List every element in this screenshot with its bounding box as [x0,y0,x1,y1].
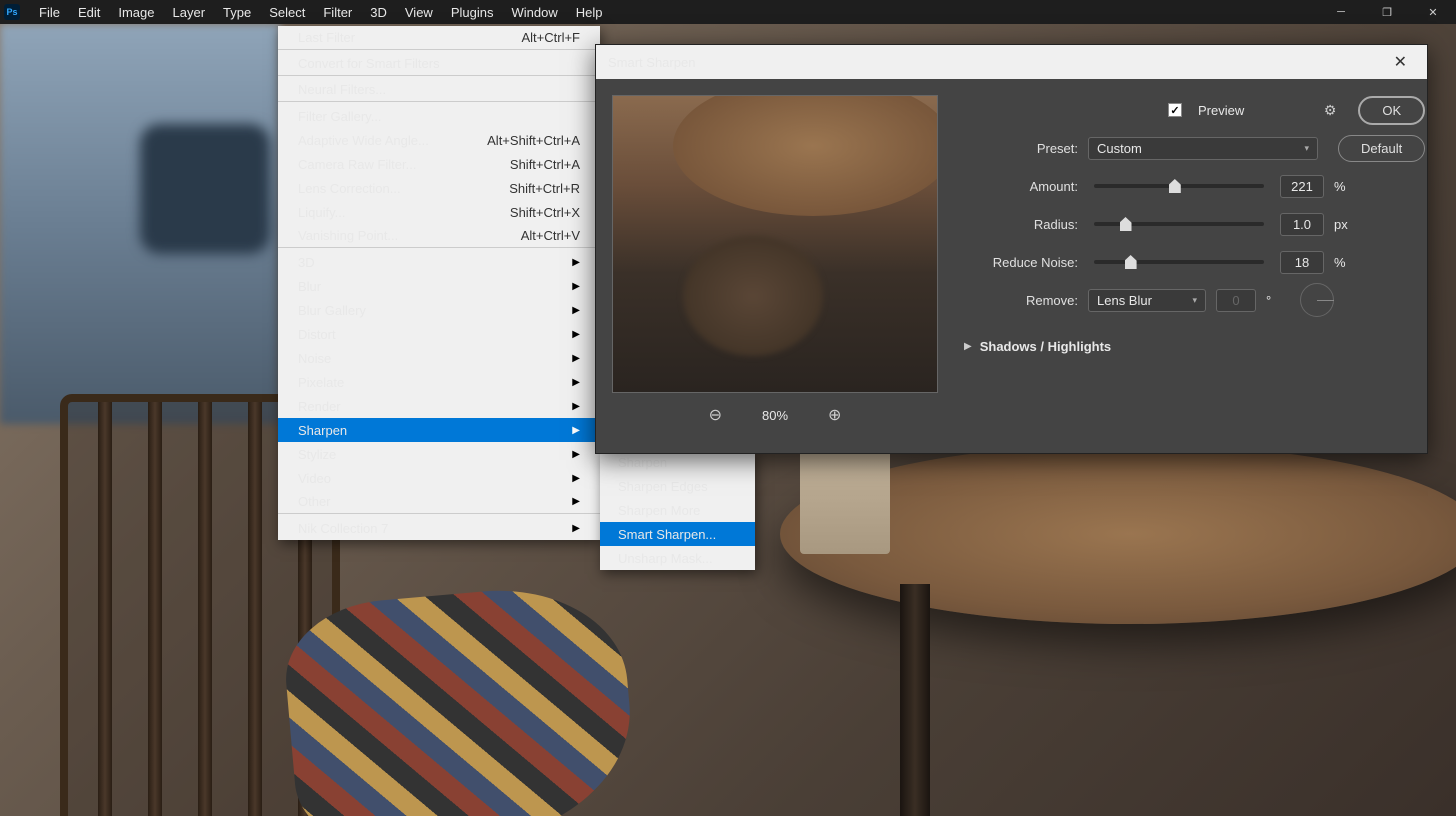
menu-convert-smart[interactable]: Convert for Smart Filters [278,52,600,76]
amount-label: Amount: [958,179,1078,194]
preview-checkbox[interactable]: ✓ [1168,103,1182,117]
gear-icon[interactable]: ⚙ [1324,102,1337,119]
dialog-close-button[interactable]: ✕ [1386,48,1415,76]
amount-unit: % [1334,179,1358,194]
angle-dial[interactable] [1300,283,1334,317]
menu-cat-pixelate[interactable]: Pixelate▶ [278,370,600,394]
controls-pane: ✓ Preview ⚙ OK Preset: Custom▾ Default A… [958,95,1425,437]
menu-cat-blur[interactable]: Blur▶ [278,274,600,298]
menu-cat-3d[interactable]: 3D▶ [278,250,600,274]
noise-input[interactable]: 18 [1280,251,1324,274]
menu-cat-blur-gallery[interactable]: Blur Gallery▶ [278,298,600,322]
menu-last-filter[interactable]: Last FilterAlt+Ctrl+F [278,26,600,50]
radius-label: Radius: [958,217,1078,232]
filter-dropdown: Last FilterAlt+Ctrl+F Convert for Smart … [278,26,600,540]
submenu-sharpen-more[interactable]: Sharpen More [600,498,755,522]
bg-car [140,124,270,254]
window-controls: ─ ❐ ✕ [1318,0,1456,24]
angle-input: 0 [1216,289,1256,312]
menu-window[interactable]: Window [502,1,566,24]
bg-table-leg [900,584,930,816]
menu-3d[interactable]: 3D [361,1,396,24]
preset-select[interactable]: Custom▾ [1088,137,1318,160]
radius-slider[interactable] [1094,222,1264,226]
amount-input[interactable]: 221 [1280,175,1324,198]
angle-unit: ° [1266,293,1290,308]
menu-cat-other[interactable]: Other▶ [278,490,600,514]
chevron-right-icon: ▶ [964,341,972,352]
menu-filter-gallery[interactable]: Filter Gallery... [278,104,600,128]
menu-nik-collection[interactable]: Nik Collection 7▶ [278,516,600,540]
menu-image[interactable]: Image [109,1,163,24]
zoom-level: 80% [762,408,788,423]
menu-filter[interactable]: Filter [314,1,361,24]
remove-select[interactable]: Lens Blur▾ [1088,289,1206,312]
menu-view[interactable]: View [396,1,442,24]
close-window-button[interactable]: ✕ [1410,0,1456,24]
preview-pane: ⊖ 80% ⊕ [612,95,938,437]
menu-camera-raw[interactable]: Camera Raw Filter...Shift+Ctrl+A [278,152,600,176]
amount-slider[interactable] [1094,184,1264,188]
preset-label: Preset: [958,141,1078,156]
submenu-sharpen-edges[interactable]: Sharpen Edges [600,474,755,498]
menu-edit[interactable]: Edit [69,1,109,24]
menu-vanishing-point[interactable]: Vanishing Point...Alt+Ctrl+V [278,224,600,248]
noise-unit: % [1334,255,1358,270]
dialog-title: Smart Sharpen [608,55,695,70]
shadows-highlights-expand[interactable]: ▶ Shadows / Highlights [964,339,1425,354]
default-button[interactable]: Default [1338,135,1425,162]
radius-input[interactable]: 1.0 [1280,213,1324,236]
noise-slider[interactable] [1094,260,1264,264]
menubar: Ps File Edit Image Layer Type Select Fil… [0,0,1456,24]
preview-image[interactable] [612,95,938,393]
menu-lens-correction[interactable]: Lens Correction...Shift+Ctrl+R [278,176,600,200]
sharpen-submenu: Sharpen Sharpen Edges Sharpen More Smart… [600,450,755,570]
menu-neural-filters[interactable]: Neural Filters... [278,78,600,102]
menu-plugins[interactable]: Plugins [442,1,503,24]
bg-scarf [280,580,640,816]
submenu-smart-sharpen[interactable]: Smart Sharpen... [600,522,755,546]
app-icon: Ps [4,4,20,20]
smart-sharpen-dialog: Smart Sharpen ✕ ⊖ 80% ⊕ ✓ Preview ⚙ OK [595,44,1428,454]
minimize-button[interactable]: ─ [1318,0,1364,24]
menu-cat-render[interactable]: Render▶ [278,394,600,418]
menu-type[interactable]: Type [214,1,260,24]
remove-label: Remove: [958,293,1078,308]
menu-cat-sharpen[interactable]: Sharpen▶ [278,418,600,442]
zoom-in-icon[interactable]: ⊕ [828,405,841,425]
menu-cat-noise[interactable]: Noise▶ [278,346,600,370]
zoom-out-icon[interactable]: ⊖ [709,405,722,425]
menu-liquify[interactable]: Liquify...Shift+Ctrl+X [278,200,600,224]
ok-button[interactable]: OK [1358,96,1425,125]
maximize-button[interactable]: ❐ [1364,0,1410,24]
menu-file[interactable]: File [30,1,69,24]
submenu-unsharp-mask[interactable]: Unsharp Mask... [600,546,755,570]
menu-layer[interactable]: Layer [164,1,215,24]
menu-help[interactable]: Help [567,1,612,24]
radius-unit: px [1334,217,1358,232]
noise-label: Reduce Noise: [958,255,1078,270]
menu-cat-stylize[interactable]: Stylize▶ [278,442,600,466]
dialog-titlebar: Smart Sharpen ✕ [596,45,1427,79]
menu-cat-video[interactable]: Video▶ [278,466,600,490]
menu-cat-distort[interactable]: Distort▶ [278,322,600,346]
menu-select[interactable]: Select [260,1,314,24]
preview-label: Preview [1198,103,1244,118]
menu-adaptive-wide-angle[interactable]: Adaptive Wide Angle...Alt+Shift+Ctrl+A [278,128,600,152]
